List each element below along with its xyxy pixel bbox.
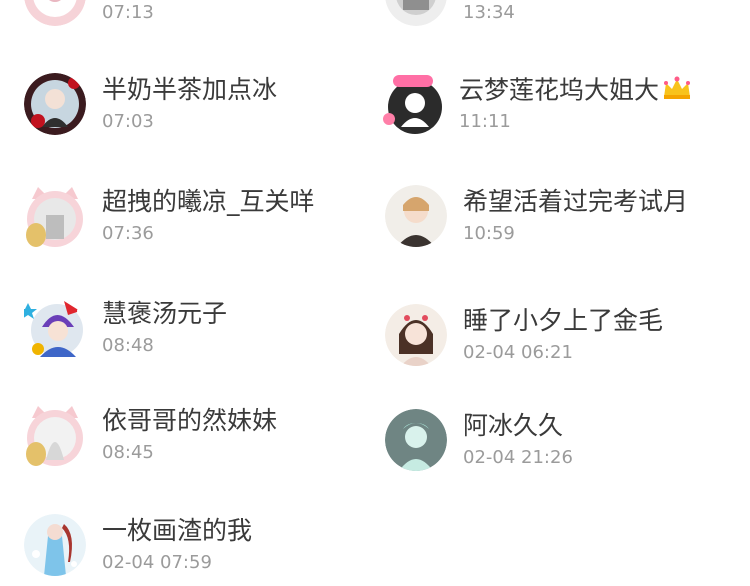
contact-name: 阿冰久久 bbox=[463, 411, 564, 440]
contact-name: 一枚画渣的我 bbox=[102, 516, 253, 545]
avatar[interactable] bbox=[24, 297, 86, 359]
message-time: 02-04 07:59 bbox=[102, 552, 212, 573]
contact-name-text: 云梦莲花坞大姐大 bbox=[459, 75, 660, 105]
message-time: 08:45 bbox=[102, 442, 154, 463]
avatar[interactable] bbox=[385, 185, 447, 247]
contact-name: 半奶半茶加点冰 bbox=[102, 75, 278, 104]
contact-name: 希望活着过完考试月 bbox=[463, 187, 689, 216]
contact-name: 依哥哥的然妹妹 bbox=[102, 406, 278, 435]
avatar[interactable] bbox=[24, 185, 86, 247]
contact-name: 云梦莲花坞大姐大 bbox=[459, 75, 693, 108]
avatar[interactable] bbox=[381, 73, 445, 137]
avatar[interactable] bbox=[385, 0, 447, 26]
avatar[interactable] bbox=[385, 304, 447, 366]
message-time: 07:36 bbox=[102, 223, 154, 244]
message-time: 02-04 06:21 bbox=[463, 342, 573, 363]
crown-icon bbox=[661, 75, 693, 108]
message-time: 10:59 bbox=[463, 223, 515, 244]
message-time: 13:34 bbox=[463, 2, 515, 23]
contact-name: 超拽的曦凉_互关咩 bbox=[102, 187, 315, 216]
avatar[interactable] bbox=[385, 409, 447, 471]
avatar[interactable] bbox=[24, 73, 86, 135]
message-time: 07:03 bbox=[102, 111, 154, 132]
message-time: 11:11 bbox=[459, 111, 511, 132]
contact-name: 慧褒汤元子 bbox=[102, 299, 228, 328]
avatar[interactable] bbox=[24, 404, 86, 466]
contact-name: 睡了小夕上了金毛 bbox=[463, 306, 664, 335]
avatar[interactable] bbox=[24, 514, 86, 576]
message-time: 02-04 21:26 bbox=[463, 447, 573, 468]
message-time: 07:13 bbox=[102, 2, 154, 23]
avatar[interactable] bbox=[24, 0, 86, 26]
message-time: 08:48 bbox=[102, 335, 154, 356]
